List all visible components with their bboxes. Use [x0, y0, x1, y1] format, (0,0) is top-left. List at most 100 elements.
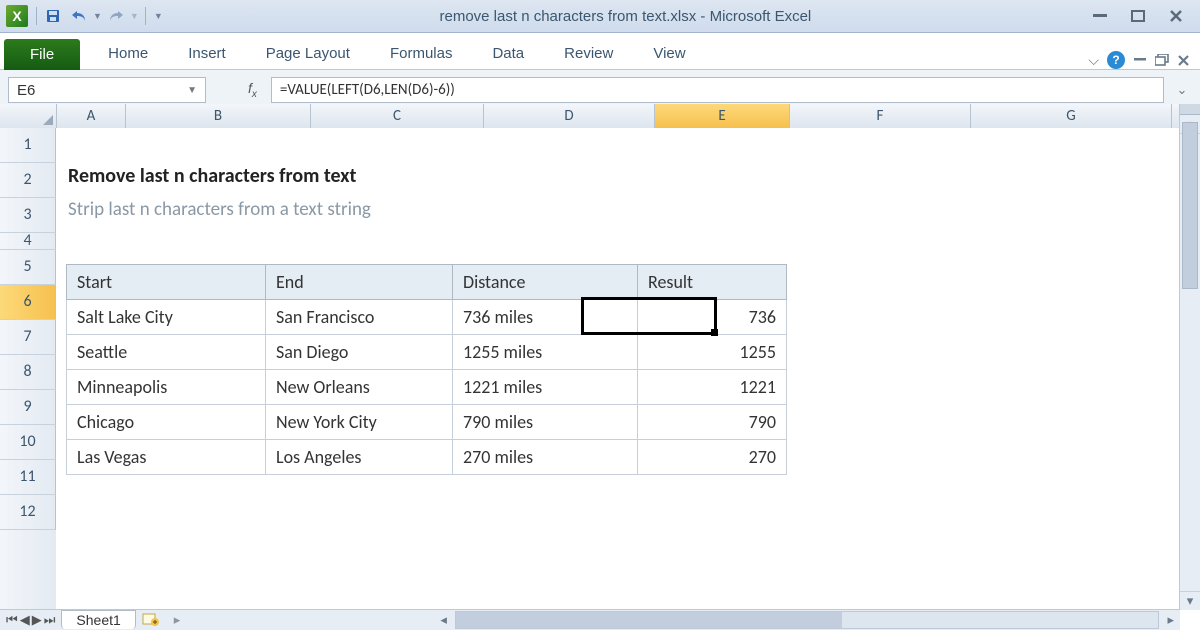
worksheet-grid[interactable]: ABCDEFG 123456789101112 Remove last n ch… [0, 104, 1180, 610]
cell-end[interactable]: New York City [266, 405, 453, 440]
header-end[interactable]: End [266, 265, 453, 300]
cell-distance[interactable]: 1221 miles [453, 370, 638, 405]
name-box[interactable]: E6 ▼ [8, 77, 206, 103]
column-header-C[interactable]: C [311, 104, 484, 128]
redo-dropdown-icon[interactable]: ▼ [130, 11, 139, 21]
formula-expand-icon[interactable]: ⌄ [1172, 82, 1192, 98]
cell-result[interactable]: 1221 [638, 370, 787, 405]
tab-formulas[interactable]: Formulas [370, 38, 473, 69]
cell-start[interactable]: Chicago [67, 405, 266, 440]
table-row: Salt Lake CitySan Francisco736 miles736 [67, 300, 787, 335]
separator [36, 7, 37, 25]
row-header-3[interactable]: 3 [0, 198, 56, 233]
help-button[interactable]: ? [1107, 51, 1125, 69]
row-header-6[interactable]: 6 [0, 285, 56, 320]
table-row: Las VegasLos Angeles270 miles270 [67, 440, 787, 475]
sheet-nav-next-icon[interactable]: ▶ [32, 612, 42, 628]
row-header-12[interactable]: 12 [0, 495, 56, 530]
column-header-D[interactable]: D [484, 104, 655, 128]
save-button[interactable] [41, 4, 65, 28]
tab-data[interactable]: Data [472, 38, 544, 69]
excel-logo-icon: X [6, 5, 28, 27]
cells-area[interactable]: Remove last n characters from text Strip… [56, 128, 1180, 610]
header-result[interactable]: Result [638, 265, 787, 300]
hscroll-thumb[interactable] [456, 612, 842, 628]
name-box-dropdown-icon[interactable]: ▼ [187, 85, 197, 96]
undo-button[interactable] [67, 4, 91, 28]
tab-page-layout[interactable]: Page Layout [246, 38, 370, 69]
split-handle[interactable] [1180, 104, 1200, 115]
cell-start[interactable]: Salt Lake City [67, 300, 266, 335]
tab-insert[interactable]: Insert [168, 38, 246, 69]
cell-result[interactable]: 270 [638, 440, 787, 475]
row-header-4[interactable]: 4 [0, 233, 56, 250]
undo-dropdown-icon[interactable]: ▼ [93, 11, 102, 21]
sheet-nav-first-icon[interactable]: ⏮ [6, 612, 18, 628]
row-header-2[interactable]: 2 [0, 163, 56, 198]
cell-end[interactable]: San Diego [266, 335, 453, 370]
cell-distance[interactable]: 736 miles [453, 300, 638, 335]
vertical-scrollbar[interactable]: ▴ ▾ [1179, 104, 1200, 610]
workbook-close-button[interactable] [1177, 54, 1190, 67]
cell-start[interactable]: Seattle [67, 335, 266, 370]
redo-button[interactable] [104, 4, 128, 28]
row-header-1[interactable]: 1 [0, 128, 56, 163]
cell-end[interactable]: San Francisco [266, 300, 453, 335]
tab-review[interactable]: Review [544, 38, 633, 69]
sheet-subtitle: Strip last n characters from a text stri… [68, 198, 371, 221]
row-header-8[interactable]: 8 [0, 355, 56, 390]
minimize-button[interactable] [1088, 6, 1112, 26]
new-sheet-icon [142, 612, 160, 626]
ribbon-minimize-icon[interactable]: ⌵ [1088, 52, 1099, 69]
fx-icon[interactable]: fx [248, 80, 257, 100]
scroll-thumb[interactable] [1182, 122, 1198, 289]
cell-result[interactable]: 790 [638, 405, 787, 440]
hscroll-left-icon[interactable]: ◂ [440, 612, 447, 628]
cell-end[interactable]: Los Angeles [266, 440, 453, 475]
sheet-tab-active[interactable]: Sheet1 [61, 610, 135, 629]
row-header-11[interactable]: 11 [0, 460, 56, 495]
close-button[interactable] [1164, 6, 1188, 26]
cell-result[interactable]: 736 [638, 300, 787, 335]
column-header-E[interactable]: E [655, 104, 790, 128]
quick-access-toolbar: ▼ ▼ ▼ [41, 4, 163, 28]
column-header-B[interactable]: B [126, 104, 311, 128]
cell-distance[interactable]: 790 miles [453, 405, 638, 440]
qat-customize-icon[interactable]: ▼ [154, 11, 163, 21]
scroll-down-button[interactable]: ▾ [1180, 591, 1200, 610]
new-sheet-button[interactable] [142, 612, 160, 628]
cell-end[interactable]: New Orleans [266, 370, 453, 405]
ribbon-right-controls: ⌵ ? [1088, 51, 1190, 69]
cell-distance[interactable]: 1255 miles [453, 335, 638, 370]
cell-distance[interactable]: 270 miles [453, 440, 638, 475]
sheet-nav-prev-icon[interactable]: ◀ [20, 612, 30, 628]
tab-scroll-right-icon[interactable]: ▸ [174, 612, 181, 628]
cell-start[interactable]: Las Vegas [67, 440, 266, 475]
tab-view[interactable]: View [633, 38, 705, 69]
row-header-9[interactable]: 9 [0, 390, 56, 425]
sheet-nav-last-icon[interactable]: ⏭ [44, 612, 56, 628]
file-tab[interactable]: File [4, 39, 80, 70]
cell-result[interactable]: 1255 [638, 335, 787, 370]
column-header-G[interactable]: G [971, 104, 1172, 128]
maximize-button[interactable] [1126, 6, 1150, 26]
header-distance[interactable]: Distance [453, 265, 638, 300]
row-header-7[interactable]: 7 [0, 320, 56, 355]
column-headers: ABCDEFG [0, 104, 1180, 129]
scroll-track[interactable] [1180, 122, 1200, 592]
header-start[interactable]: Start [67, 265, 266, 300]
tab-home[interactable]: Home [88, 38, 168, 69]
row-header-5[interactable]: 5 [0, 250, 56, 285]
column-header-A[interactable]: A [57, 104, 126, 128]
horizontal-scrollbar[interactable] [455, 611, 1160, 629]
column-header-F[interactable]: F [790, 104, 971, 128]
formula-input[interactable]: =VALUE(LEFT(D6,LEN(D6)-6)) [271, 77, 1164, 103]
select-all-corner[interactable] [0, 104, 57, 128]
cell-start[interactable]: Minneapolis [67, 370, 266, 405]
workbook-restore-button[interactable] [1155, 54, 1169, 66]
sheet-title: Remove last n characters from text [68, 164, 356, 188]
workbook-minimize-button[interactable] [1133, 58, 1147, 62]
hscroll-right-icon[interactable]: ▸ [1167, 612, 1174, 628]
title-bar: X ▼ ▼ ▼ remove last n characters from te… [0, 0, 1200, 33]
row-header-10[interactable]: 10 [0, 425, 56, 460]
